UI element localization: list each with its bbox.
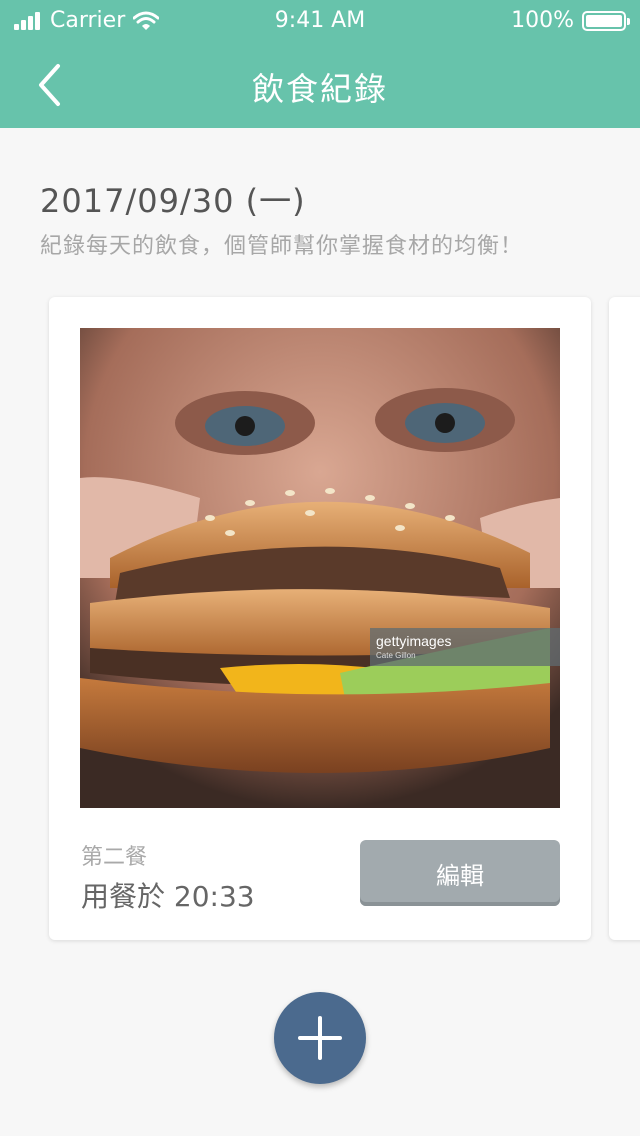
- page-title: 飲食紀錄: [251, 70, 388, 108]
- watermark-text: gettyimages: [376, 633, 451, 649]
- meal-card: gettyimages Cate Gillon 第二餐 用餐於 20:33 編輯: [49, 297, 591, 940]
- burger-illustration: gettyimages Cate Gillon: [80, 328, 560, 808]
- meal-label: 第二餐: [81, 845, 148, 870]
- meal-photo[interactable]: gettyimages Cate Gillon: [80, 328, 560, 808]
- page-subtitle: 紀錄每天的飲食，個管師幫你掌握食材的均衡！: [40, 234, 524, 259]
- date-heading: 2017/09/30 (一): [40, 182, 306, 220]
- photo-credit: Cate Gillon: [376, 651, 416, 660]
- status-bar: Carrier 9:41 AM 100%: [0, 0, 640, 44]
- battery-percent: 100%: [511, 8, 574, 33]
- next-meal-card[interactable]: [609, 297, 640, 940]
- battery-icon: [582, 10, 630, 31]
- nav-bar: Carrier 9:41 AM 100% 飲食紀錄: [0, 0, 640, 128]
- plus-icon: [298, 1016, 342, 1060]
- edit-button[interactable]: 編輯: [360, 840, 560, 906]
- meal-time: 用餐於 20:33: [81, 880, 255, 913]
- add-meal-button[interactable]: [274, 992, 366, 1084]
